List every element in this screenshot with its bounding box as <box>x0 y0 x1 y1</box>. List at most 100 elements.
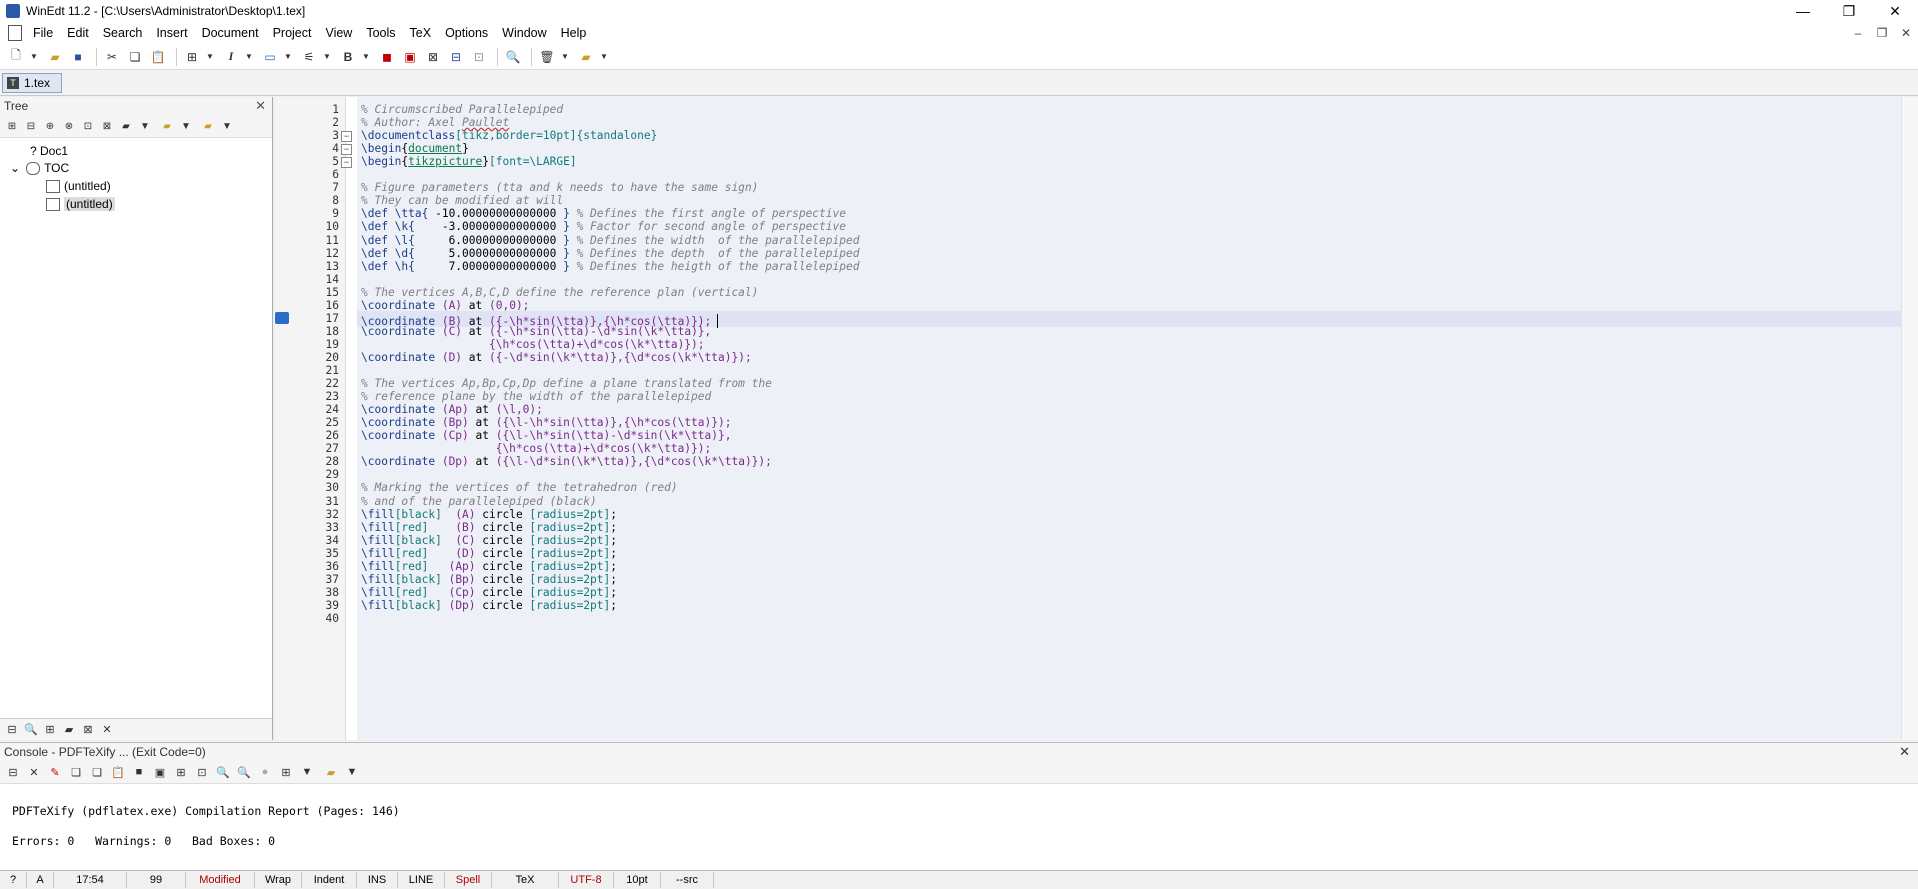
status-field-tex[interactable]: TeX <box>492 872 559 888</box>
tree-icon[interactable]: ⊞ <box>182 47 202 67</box>
minimize-button[interactable]: — <box>1780 0 1826 22</box>
menu-insert[interactable]: Insert <box>149 26 194 40</box>
status-field-indent[interactable]: Indent <box>302 872 357 888</box>
menu-search[interactable]: Search <box>96 26 150 40</box>
code-area[interactable]: % Circumscribed Parallelepiped% Author: … <box>357 97 1906 740</box>
mdi-close-icon[interactable]: ✕ <box>1894 22 1918 44</box>
console-collapse-icon[interactable]: ⊡ <box>193 763 211 781</box>
console-search-icon[interactable]: 🔍 <box>214 763 232 781</box>
mdi-minimize-icon[interactable]: – <box>1846 22 1870 44</box>
project-icon[interactable]: ▰ <box>576 47 596 67</box>
console-tool-icon[interactable]: ⊟ <box>4 763 22 781</box>
menu-document[interactable]: Document <box>195 26 266 40</box>
tree-node-doc1[interactable]: ? Doc1 <box>30 144 68 158</box>
status-field-17-54[interactable]: 17:54 <box>54 872 127 888</box>
console-project-icon[interactable]: ▰ <box>322 763 340 781</box>
menu-tools[interactable]: Tools <box>359 26 402 40</box>
tree-node-untitled-selected[interactable]: (untitled) <box>46 197 115 211</box>
console-expand-icon[interactable]: ⊞ <box>172 763 190 781</box>
image-dropdown-icon[interactable]: ▼ <box>283 47 293 67</box>
document-icon[interactable] <box>8 25 22 41</box>
console-terminal-icon[interactable]: ▣ <box>151 763 169 781</box>
menu-view[interactable]: View <box>318 26 359 40</box>
menu-options[interactable]: Options <box>438 26 495 40</box>
menu-tex[interactable]: TeX <box>403 26 439 40</box>
cut-icon[interactable]: ✂ <box>102 47 122 67</box>
status-field-spell[interactable]: Spell <box>445 872 492 888</box>
tree-tool-icon[interactable]: ⊞ <box>4 118 20 134</box>
project-folder-icon[interactable]: ▰ <box>200 118 216 134</box>
status-field--[interactable]: ? <box>0 872 27 888</box>
menu-help[interactable]: Help <box>554 26 594 40</box>
search-icon[interactable]: 🔍 <box>503 47 523 67</box>
close-button[interactable]: ✕ <box>1872 0 1918 22</box>
status-field-ins[interactable]: INS <box>357 872 398 888</box>
pdf-icon[interactable]: ◼ <box>377 47 397 67</box>
folder-icon[interactable]: ▰ <box>159 118 175 134</box>
tree-structure-icon[interactable]: ⊞ <box>42 722 58 738</box>
new-dropdown-icon[interactable]: ▼ <box>29 47 39 67</box>
close-console-icon[interactable]: ✕ <box>1899 744 1910 760</box>
tab-1-tex[interactable]: T 1.tex <box>2 73 62 93</box>
tree-dropdown-icon[interactable]: ▼ <box>205 47 215 67</box>
save-icon[interactable]: ■ <box>68 47 88 67</box>
tree-project-icon[interactable]: ▰ <box>61 722 77 738</box>
console-copy-all-icon[interactable]: ❏ <box>88 763 106 781</box>
console-output[interactable]: PDFTeXify (pdflatex.exe) Compilation Rep… <box>0 784 1918 856</box>
tree-search-icon[interactable]: 🔍 <box>23 722 39 738</box>
console-project-dropdown-icon[interactable]: ▼ <box>343 763 361 781</box>
bold-dropdown-icon[interactable]: ▼ <box>361 47 371 67</box>
console-record-icon[interactable]: ● <box>256 763 274 781</box>
fold-toggle-icon[interactable]: − <box>341 144 352 156</box>
status-field-modified[interactable]: Modified <box>186 872 255 888</box>
menu-file[interactable]: File <box>26 26 60 40</box>
paste-icon[interactable]: 📋 <box>148 47 168 67</box>
image-icon[interactable]: ▭ <box>260 47 280 67</box>
console-clear-icon[interactable]: ✎ <box>46 763 64 781</box>
menu-project[interactable]: Project <box>266 26 319 40</box>
restore-button[interactable]: ❐ <box>1826 0 1872 22</box>
tree-close-icon[interactable]: ✕ <box>99 722 115 738</box>
status-field-10pt[interactable]: 10pt <box>614 872 661 888</box>
project-folder-dropdown-icon[interactable]: ▼ <box>219 118 235 134</box>
console-search-next-icon[interactable]: 🔍 <box>235 763 253 781</box>
open-icon[interactable]: ▰ <box>45 47 65 67</box>
tree-tool-dropdown-icon[interactable]: ▼ <box>137 118 153 134</box>
console-menu-icon[interactable]: ⊞ <box>277 763 295 781</box>
status-field-line[interactable]: LINE <box>398 872 445 888</box>
fold-toggle-icon[interactable]: − <box>341 131 352 143</box>
tree-tool-icon[interactable]: ⊕ <box>42 118 58 134</box>
close-tree-icon[interactable]: ✕ <box>255 98 266 114</box>
pdf-tex-icon[interactable]: ▣ <box>400 47 420 67</box>
code-line[interactable] <box>357 611 1906 627</box>
folder-dropdown-icon[interactable]: ▼ <box>178 118 194 134</box>
macro-icon[interactable]: ⚟ <box>299 47 319 67</box>
tree-tool-icon[interactable]: ▰ <box>118 118 134 134</box>
macro-dropdown-icon[interactable]: ▼ <box>322 47 332 67</box>
bold-icon[interactable]: B <box>338 47 358 67</box>
compile-icon[interactable]: ⊟ <box>446 47 466 67</box>
tree-node-untitled[interactable]: (untitled) <box>46 179 111 193</box>
chevron-down-icon[interactable]: ⌄ <box>10 161 20 175</box>
console-stop-icon[interactable]: ■ <box>130 763 148 781</box>
tree-tool-icon[interactable]: ⊡ <box>80 118 96 134</box>
console-menu-dropdown-icon[interactable]: ▼ <box>298 763 316 781</box>
menu-edit[interactable]: Edit <box>60 26 96 40</box>
tree-tool-icon[interactable]: ⊟ <box>23 118 39 134</box>
build-icon[interactable]: ⊡ <box>469 47 489 67</box>
tree-view-icon[interactable]: ⊟ <box>4 722 20 738</box>
console-close-icon[interactable]: ✕ <box>25 763 43 781</box>
italic-icon[interactable]: I <box>221 47 241 67</box>
trash-icon[interactable]: 🗑 <box>537 47 557 67</box>
preview-icon[interactable]: ⊠ <box>423 47 443 67</box>
copy-icon[interactable]: ❏ <box>125 47 145 67</box>
tree-options-icon[interactable]: ⊠ <box>80 722 96 738</box>
menu-window[interactable]: Window <box>495 26 553 40</box>
project-dropdown-icon[interactable]: ▼ <box>599 47 609 67</box>
status-field-99[interactable]: 99 <box>127 872 186 888</box>
status-field-a[interactable]: A <box>27 872 54 888</box>
fold-toggle-icon[interactable]: − <box>341 157 352 169</box>
italic-dropdown-icon[interactable]: ▼ <box>244 47 254 67</box>
console-copy-icon[interactable]: ❏ <box>67 763 85 781</box>
status-field-wrap[interactable]: Wrap <box>255 872 302 888</box>
